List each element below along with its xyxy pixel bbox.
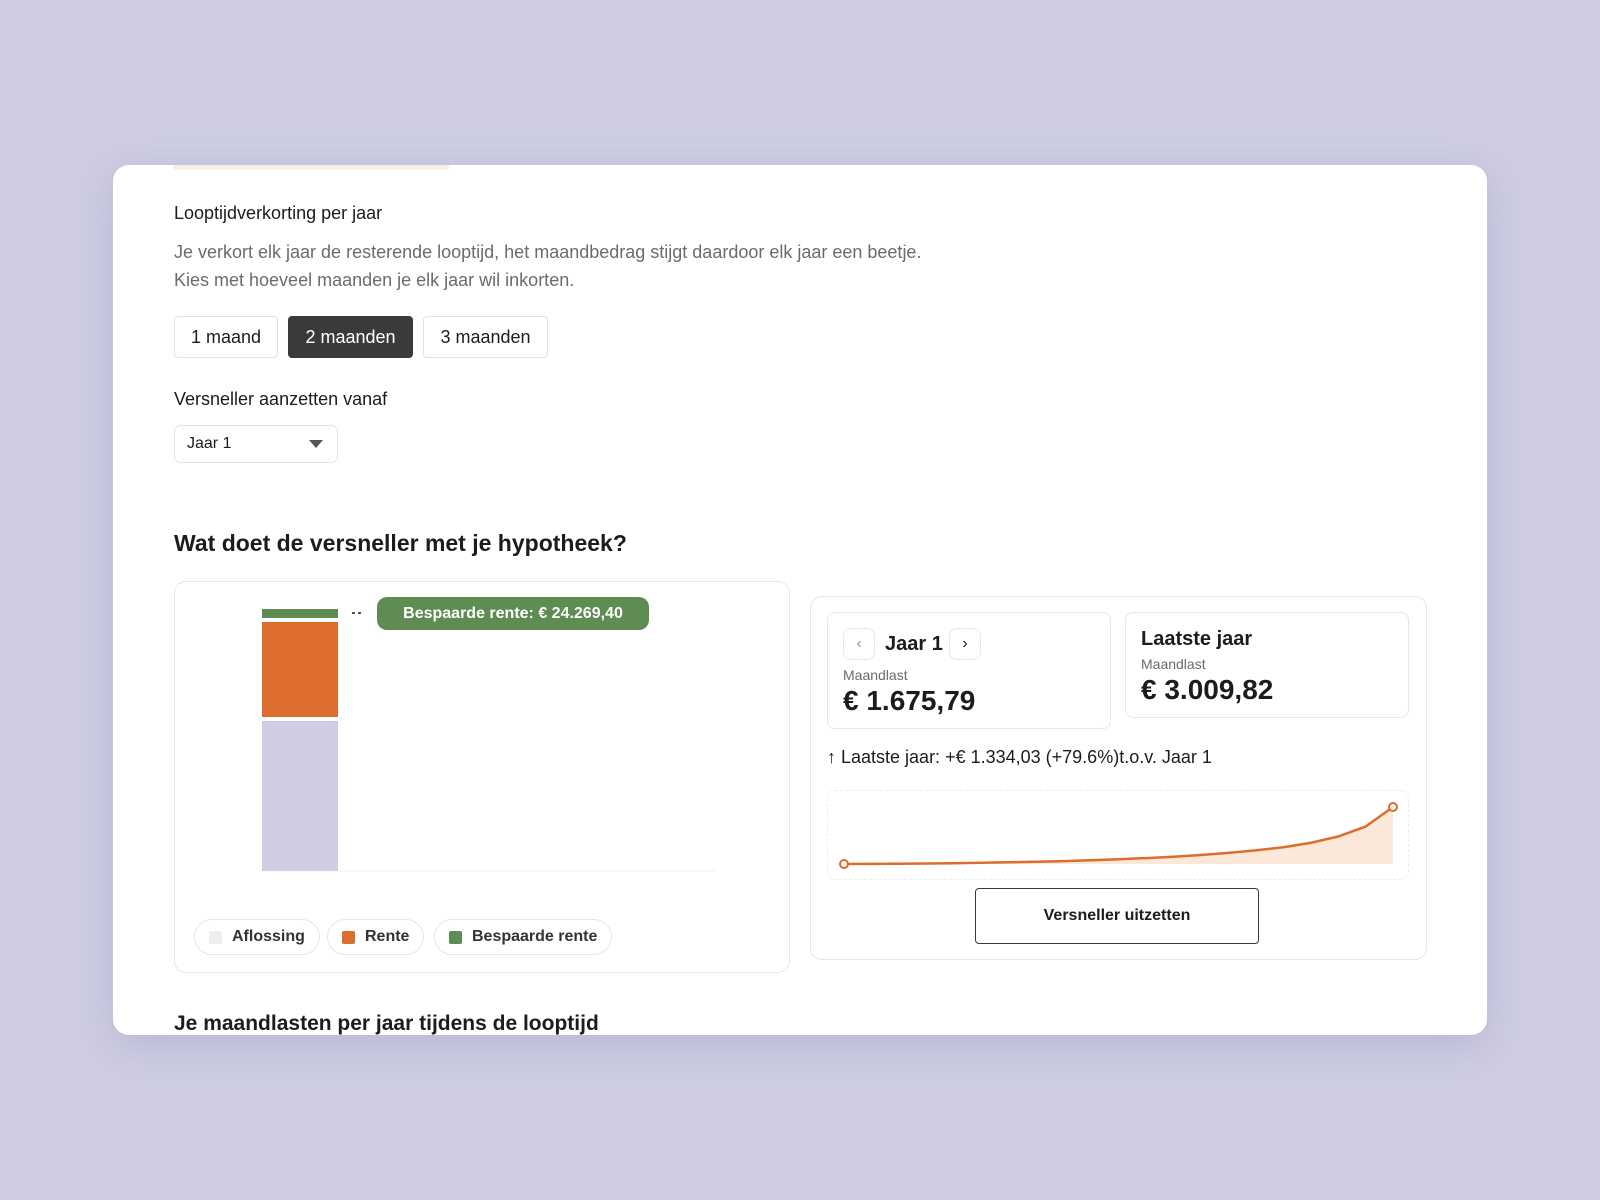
legend-label-aflossing: Aflossing: [232, 928, 305, 945]
last-year-title: Laatste jaar: [1141, 628, 1253, 650]
disable-accelerator-button[interactable]: Versneller uitzetten: [975, 888, 1259, 944]
sparkline-start-point: [839, 859, 849, 869]
sparkline-box: [827, 790, 1409, 880]
description-line-1: Je verkort elk jaar de resterende loopti…: [174, 242, 922, 262]
legend-rente[interactable]: Rente: [327, 919, 425, 955]
option-2-months-button[interactable]: 2 maanden: [288, 316, 413, 358]
summary-panel: ‹ Jaar 1 › Maandlast € 1.675,79 Laatste …: [810, 596, 1427, 960]
legend-swatch-aflossing: [209, 930, 222, 944]
legend-swatch-bespaarde-rente: [449, 930, 462, 944]
sparkline-area: [844, 807, 1393, 864]
legend-label-bespaarde-rente: Bespaarde rente: [472, 928, 598, 945]
start-from-label: Versneller aanzetten vanaf: [174, 389, 388, 409]
last-year-value: € 3.009,82: [1141, 674, 1274, 705]
difference-text: ↑ Laatste jaar: +€ 1.334,03 (+79.6%)t.o.…: [827, 747, 1212, 767]
bar-segment-bespaarde-rente[interactable]: [262, 609, 338, 618]
prev-year-button[interactable]: ‹: [843, 628, 875, 660]
start-year-value: Jaar 1: [187, 435, 232, 452]
chevron-right-icon: ›: [962, 635, 968, 652]
section-title: Wat doet de versneller met je hypotheek?: [174, 530, 627, 556]
saved-interest-badge: Bespaarde rente: € 24.269,40: [377, 597, 649, 630]
year-card-value: € 1.675,79: [843, 685, 976, 716]
year-card-title: Jaar 1: [885, 633, 943, 655]
bar-segment-rente[interactable]: [262, 622, 338, 717]
last-year-label: Maandlast: [1141, 656, 1206, 672]
top-strip: [173, 165, 449, 170]
start-year-select[interactable]: Jaar 1: [174, 425, 338, 463]
year-card: ‹ Jaar 1 › Maandlast € 1.675,79: [827, 612, 1111, 729]
term-reduction-label: Looptijdverkorting per jaar: [174, 203, 383, 223]
main-card: Looptijdverkorting per jaar Je verkort e…: [113, 165, 1487, 1035]
sparkline-chart: [839, 802, 1398, 869]
description-line-2: Kies met hoeveel maanden je elk jaar wil…: [174, 270, 575, 290]
sparkline-end-point: [1388, 802, 1398, 812]
chart-panel: Bespaarde rente: € 24.269,40 Aflossing R…: [174, 581, 790, 973]
legend-label-rente: Rente: [365, 928, 410, 945]
last-year-card: Laatste jaar Maandlast € 3.009,82: [1125, 612, 1409, 718]
option-1-month-button[interactable]: 1 maand: [174, 316, 278, 358]
chevron-down-icon: [309, 440, 323, 448]
chevron-left-icon: ‹: [856, 635, 862, 652]
legend-bespaarde-rente[interactable]: Bespaarde rente: [434, 919, 613, 955]
year-card-label: Maandlast: [843, 667, 908, 683]
next-year-button[interactable]: ›: [949, 628, 981, 660]
option-3-months-button[interactable]: 3 maanden: [423, 316, 548, 358]
legend-aflossing[interactable]: Aflossing: [194, 919, 320, 955]
legend-swatch-rente: [342, 930, 355, 944]
bar-segment-aflossing[interactable]: [262, 721, 338, 871]
next-section-title: Je maandlasten per jaar tijdens de loopt…: [174, 1012, 599, 1035]
